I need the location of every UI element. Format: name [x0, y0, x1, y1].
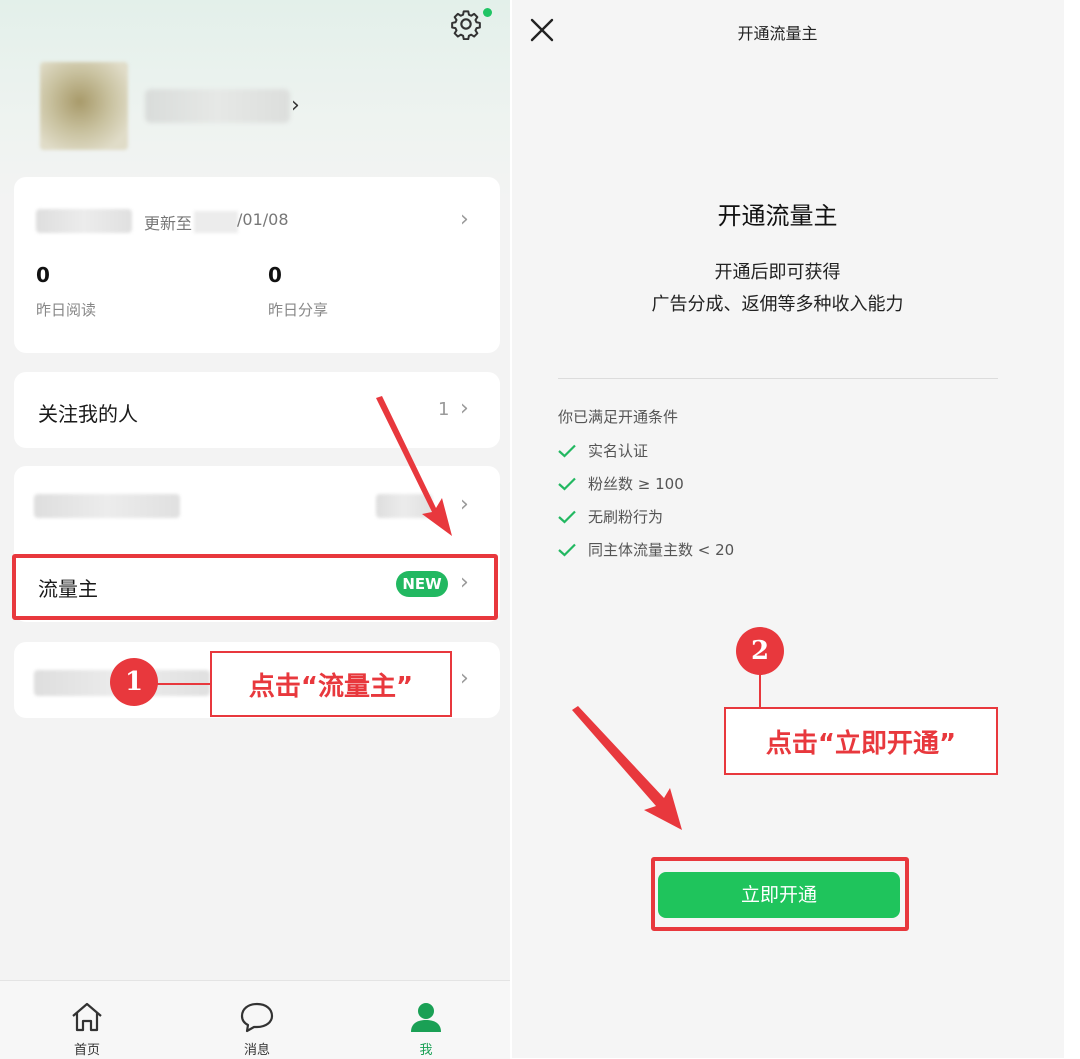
open-now-button[interactable]: 立即开通: [658, 872, 900, 918]
check-icon: [558, 543, 576, 557]
conditions-heading: 你已满足开通条件: [558, 408, 679, 426]
bottom-tab-bar: 首页 消息 我: [0, 980, 510, 1059]
home-icon: [72, 1002, 102, 1032]
check-icon: [558, 444, 576, 458]
notification-dot: [483, 8, 492, 17]
step1-connector: [150, 683, 212, 685]
followers-chevron-icon[interactable]: ›: [460, 398, 469, 420]
tab-messages-label: 消息: [243, 1043, 270, 1058]
divider: [558, 378, 998, 379]
step2-callout: 点击“立即开通”: [724, 707, 998, 775]
liuliangzhu-highlight-box: [12, 554, 498, 620]
main-heading: 开通流量主: [717, 202, 838, 230]
update-date: /01/08: [237, 210, 289, 229]
page-edge: [1064, 0, 1080, 1058]
menu-item-blurred[interactable]: [34, 494, 180, 518]
arrow-to-liuliangzhu-icon: [376, 396, 452, 536]
tab-messages[interactable]: 消息: [197, 981, 317, 1059]
yesterday-shares-value: 0: [268, 263, 282, 287]
arrow-to-open-button-icon: [572, 706, 682, 830]
account-name-blurred[interactable]: [145, 89, 290, 123]
yesterday-reads-label: 昨日阅读: [36, 301, 97, 319]
message-icon: [240, 1002, 274, 1033]
check-icon: [558, 510, 576, 524]
settings-gear-icon[interactable]: [450, 8, 482, 40]
avatar[interactable]: [40, 62, 128, 150]
update-year-blurred: [194, 211, 238, 233]
tab-me[interactable]: 我: [366, 981, 486, 1059]
profile-chevron-icon[interactable]: ›: [291, 95, 300, 117]
condition-item: 实名认证: [558, 440, 648, 461]
step2-connector: [759, 674, 761, 708]
condition-item: 同主体流量主数 < 20: [558, 539, 734, 560]
yesterday-shares-label: 昨日分享: [268, 301, 329, 319]
account-label-blurred: [36, 209, 132, 233]
update-prefix: 更新至: [144, 214, 193, 233]
subtitle-line1: 开通后即可获得: [714, 262, 841, 283]
check-icon: [558, 477, 576, 491]
subtitle-line2: 广告分成、返佣等多种收入能力: [651, 294, 904, 315]
step2-number: 2: [736, 627, 784, 675]
step1-number: 1: [110, 658, 158, 706]
condition-item: 无刷粉行为: [558, 506, 663, 527]
page-title: 开通流量主: [737, 24, 818, 43]
menu-item-chevron-icon[interactable]: ›: [460, 494, 469, 516]
open-liuliangzhu-screen: 开通流量主 开通流量主 开通后即可获得 广告分成、返佣等多种收入能力 你已满足开…: [512, 0, 1064, 1058]
stats-card[interactable]: 更新至 /01/08 › 0 昨日阅读 0 昨日分享: [14, 177, 500, 353]
tab-home-label: 首页: [73, 1043, 100, 1058]
condition-item: 粉丝数 ≥ 100: [558, 473, 684, 494]
tab-me-label: 我: [419, 1043, 433, 1058]
profile-screen: › 更新至 /01/08 › 0 昨日阅读 0 昨日分享 关注我的人 1 › ›…: [0, 0, 510, 1059]
step1-callout: 点击“流量主”: [210, 651, 452, 717]
bottom-item-chevron-icon[interactable]: ›: [460, 668, 469, 690]
tab-home[interactable]: 首页: [27, 981, 147, 1059]
yesterday-reads-value: 0: [36, 263, 50, 287]
stats-chevron-icon[interactable]: ›: [460, 209, 469, 231]
profile-icon: [411, 1003, 441, 1032]
followers-label: 关注我的人: [38, 402, 138, 426]
